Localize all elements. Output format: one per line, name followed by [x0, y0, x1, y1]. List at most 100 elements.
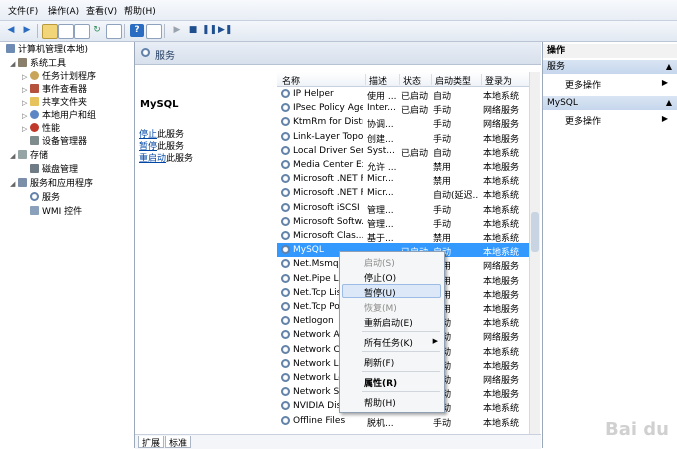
- menu-help[interactable]: 帮助(H): [364, 396, 396, 409]
- tree-services[interactable]: 服务: [30, 192, 60, 205]
- vertical-scrollbar[interactable]: [529, 72, 540, 446]
- back-icon[interactable]: ◀: [4, 24, 18, 37]
- cell-logon: 本地服务: [483, 290, 520, 301]
- tree-local-users[interactable]: ▷ 本地用户和组: [22, 110, 96, 123]
- folder-up-icon[interactable]: [42, 24, 58, 39]
- refresh-icon[interactable]: ↻: [90, 24, 104, 37]
- menu-stop[interactable]: 停止(O): [364, 271, 396, 284]
- column-logon-as[interactable]: 登录为: [481, 74, 531, 87]
- restart-service-icon[interactable]: ▶❚: [218, 24, 232, 37]
- tree-root[interactable]: 计算机管理(本地): [6, 44, 88, 57]
- menu-all-tasks[interactable]: 所有任务(K): [364, 336, 413, 349]
- cell-desc: 使用 ...: [367, 92, 397, 102]
- column-status[interactable]: 状态: [399, 74, 433, 87]
- menu-start[interactable]: 启动(S): [364, 256, 395, 269]
- table-row[interactable]: KtmRm for Distri... 协调... 手动 网络服务: [277, 115, 539, 130]
- gear-icon: [281, 302, 290, 311]
- cell-logon: 网络服务: [483, 106, 520, 117]
- expand-icon[interactable]: ▷: [22, 71, 30, 84]
- scrollbar-thumb[interactable]: [531, 212, 539, 252]
- menu-view[interactable]: 查看(V): [86, 4, 117, 17]
- menu-help[interactable]: 帮助(H): [124, 4, 156, 17]
- more-actions-mysql[interactable]: 更多操作: [565, 114, 601, 127]
- table-row[interactable]: Offline Files 脱机... 手动 本地系统: [277, 414, 539, 429]
- pause-service-icon[interactable]: ❚❚: [202, 24, 217, 37]
- tree-task-scheduler[interactable]: ▷ 任务计划程序: [22, 71, 96, 84]
- tree-storage[interactable]: ◢ 存储: [10, 150, 48, 163]
- cell-desc: 脱机...: [367, 418, 394, 429]
- menu-properties[interactable]: 属性(R): [364, 376, 397, 389]
- table-row[interactable]: IP Helper 使用 ... 已启动 自动 本地系统: [277, 87, 539, 102]
- tree-disk-management[interactable]: 磁盘管理: [30, 164, 78, 177]
- cell-startup: 手动: [433, 134, 452, 145]
- show-hide-tree-icon[interactable]: [58, 24, 74, 39]
- restart-service-link[interactable]: 重启动此服务: [139, 151, 193, 164]
- collapse-icon[interactable]: ◢: [10, 58, 18, 71]
- stop-service-icon[interactable]: ■: [186, 24, 200, 37]
- collapse-icon[interactable]: ▲: [666, 96, 672, 110]
- cell-desc: 管理...: [367, 219, 394, 230]
- menu-pause[interactable]: 暂停(U): [364, 286, 396, 299]
- table-row[interactable]: Microsoft Softw... 管理... 手动 本地系统: [277, 215, 539, 230]
- cell-name: Microsoft Softw...: [293, 216, 363, 227]
- menu-file[interactable]: 文件(F): [8, 4, 38, 17]
- menu-refresh[interactable]: 刷新(F): [364, 356, 394, 369]
- gear-icon: [281, 160, 290, 169]
- gear-icon: [281, 387, 290, 397]
- cell-status: 已启动: [401, 148, 429, 159]
- table-row[interactable]: IPsec Policy Agent Inter... 已启动手动 网络服务: [277, 101, 539, 117]
- gear-icon: [281, 117, 290, 127]
- column-name[interactable]: 名称: [279, 74, 362, 87]
- tab-extended[interactable]: 扩展: [138, 436, 165, 449]
- export-list-icon[interactable]: [106, 24, 122, 39]
- table-row[interactable]: Media Center Ex... 允许 ... 禁用 本地服务: [277, 158, 539, 173]
- table-row[interactable]: Local Driver Ser... Syst... 已启动自动 本地系统: [277, 144, 539, 159]
- table-row[interactable]: Microsoft .NET F... Micr... 禁用 本地系统: [277, 172, 539, 188]
- menu-restart[interactable]: 重新启动(E): [364, 316, 413, 329]
- column-description[interactable]: 描述: [365, 74, 399, 87]
- expand-icon[interactable]: ▷: [22, 97, 30, 110]
- tree-system-tools[interactable]: ◢ 系统工具: [10, 58, 66, 71]
- help-icon[interactable]: ?: [130, 24, 144, 37]
- gear-icon: [281, 344, 290, 354]
- expand-icon[interactable]: ▷: [22, 110, 30, 123]
- table-row[interactable]: Microsoft Clas... 基于... 禁用 本地系统: [277, 229, 539, 244]
- gear-icon: [281, 330, 290, 340]
- tree-shared-folders[interactable]: ▷ 共享文件夹: [22, 97, 87, 110]
- cell-desc: 基于...: [367, 234, 394, 244]
- tree-device-manager[interactable]: 设备管理器: [30, 136, 87, 149]
- table-row[interactable]: Microsoft iSCSI I... 管理... 手动 本地系统: [277, 201, 539, 216]
- submenu-arrow-icon: ▶: [432, 337, 438, 345]
- cell-name: Local Driver Ser...: [293, 145, 363, 156]
- actions-section-mysql[interactable]: MySQL ▲: [543, 96, 677, 110]
- cell-startup: 禁用: [433, 163, 452, 173]
- menu-action[interactable]: 操作(A): [48, 4, 79, 17]
- tree-performance[interactable]: ▷ 性能: [22, 123, 60, 136]
- actions-section-services[interactable]: 服务 ▲: [543, 60, 677, 74]
- collapse-icon[interactable]: ◢: [10, 150, 18, 163]
- tree-event-viewer[interactable]: ▷ 事件查看器: [22, 84, 87, 97]
- table-row[interactable]: Microsoft .NET F... Micr... 自动(延迟... 本地系统: [277, 186, 539, 202]
- cell-startup: 禁用: [433, 177, 452, 188]
- storage-icon: [18, 150, 27, 159]
- more-actions-services[interactable]: 更多操作: [565, 78, 601, 91]
- gear-icon: [281, 231, 290, 240]
- column-startup-type[interactable]: 启动类型: [431, 74, 481, 87]
- tab-standard[interactable]: 标准: [165, 436, 192, 449]
- collapse-icon[interactable]: ▲: [666, 60, 672, 74]
- start-service-icon[interactable]: ▶: [170, 24, 184, 37]
- forward-icon[interactable]: ▶: [20, 24, 34, 37]
- cell-startup: 自动(延迟...: [433, 191, 479, 202]
- expand-icon[interactable]: ▷: [22, 123, 30, 136]
- tree-wmi[interactable]: WMI 控件: [30, 206, 82, 219]
- properties-icon[interactable]: [74, 24, 90, 39]
- cell-startup: 自动: [433, 148, 452, 159]
- view-icon[interactable]: [146, 24, 162, 39]
- collapse-icon[interactable]: ◢: [10, 178, 18, 191]
- table-row[interactable]: Link-Layer Topol... 创建... 手动 本地服务: [277, 130, 539, 145]
- gear-icon: [281, 103, 290, 113]
- gear-icon: [281, 174, 290, 184]
- tree-services-apps[interactable]: ◢ 服务和应用程序: [10, 178, 93, 191]
- menu-resume[interactable]: 恢复(M): [364, 301, 397, 314]
- expand-icon[interactable]: ▷: [22, 84, 30, 97]
